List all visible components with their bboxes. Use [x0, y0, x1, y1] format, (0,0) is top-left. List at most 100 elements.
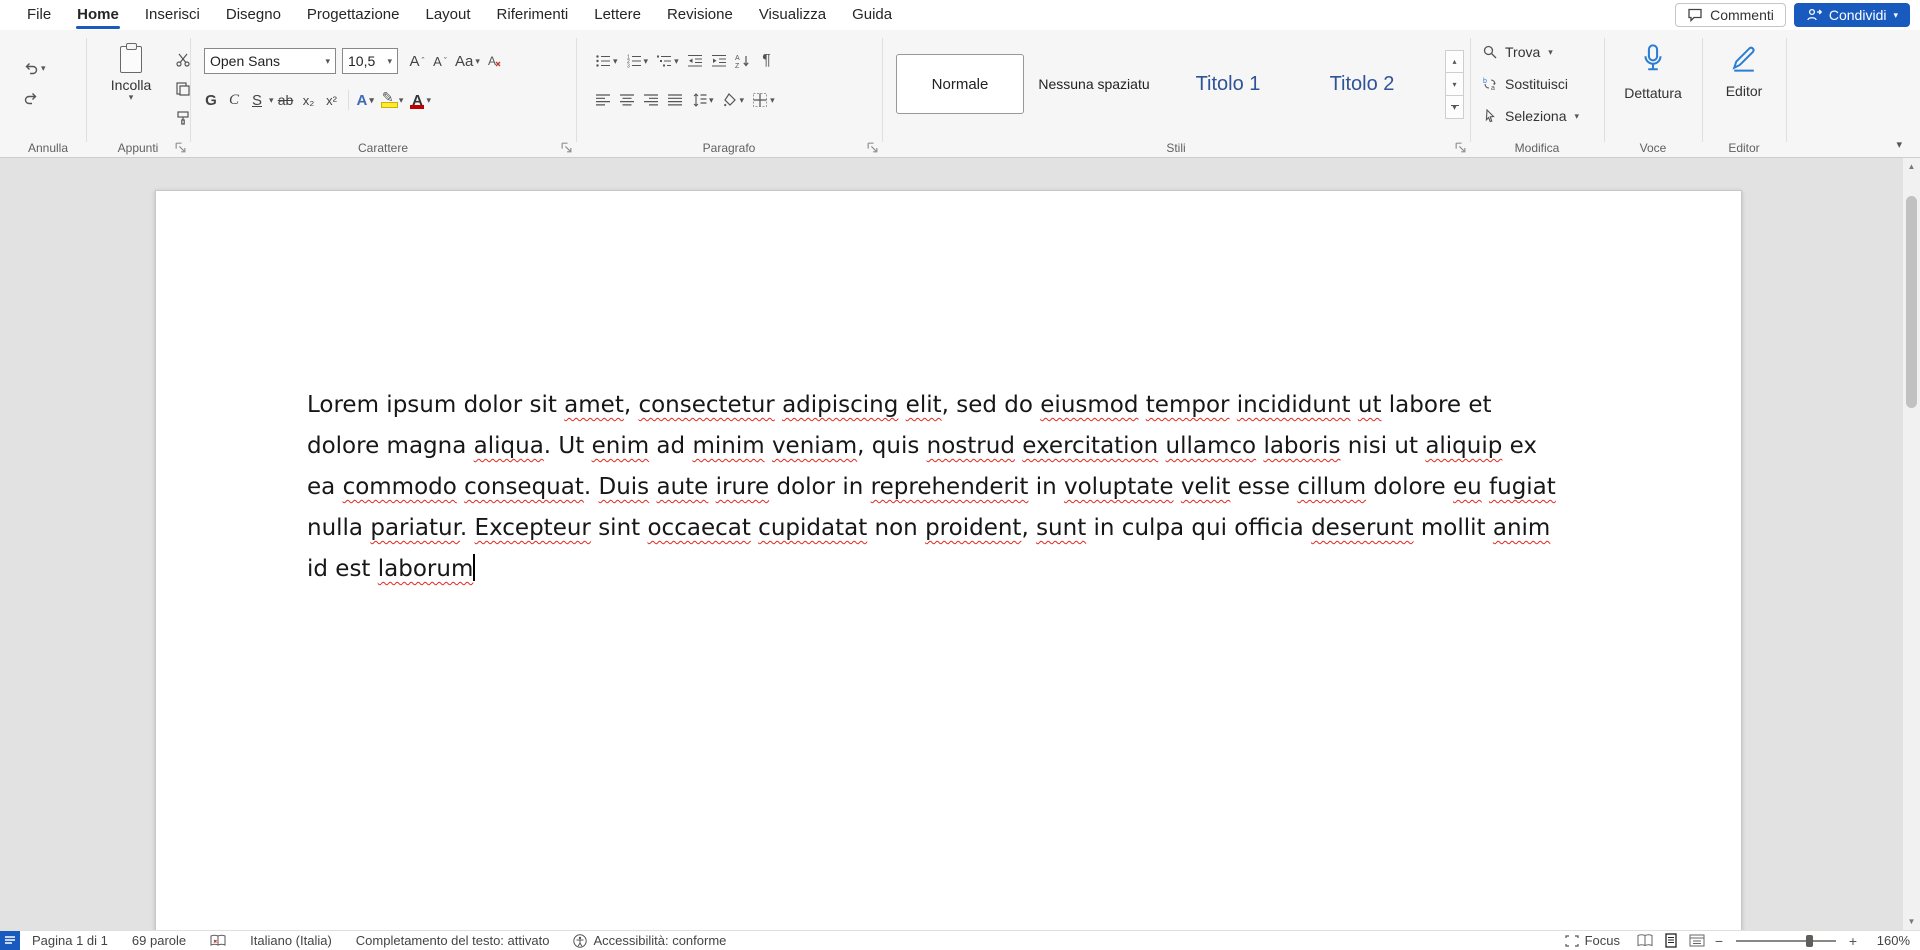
style-titolo1-label: Titolo 1	[1196, 73, 1261, 96]
zoom-in-button[interactable]: +	[1844, 933, 1862, 949]
text-effects-chevron: ▾	[369, 96, 374, 105]
style-nessuna-label: Nessuna spaziatu	[1038, 76, 1149, 92]
grow-font-button[interactable]: Aˆ	[406, 49, 428, 73]
paste-button[interactable]: Incolla ▾	[104, 46, 158, 102]
strikethrough-button[interactable]: ab	[275, 88, 297, 112]
style-normale[interactable]: Normale	[896, 54, 1024, 114]
font-name-value: Open Sans	[210, 53, 280, 69]
italic-button[interactable]: C	[223, 88, 245, 112]
align-center-icon	[619, 92, 635, 108]
page-indicator[interactable]: Pagina 1 di 1	[20, 931, 120, 950]
font-size-select[interactable]: 10,5 ▾	[342, 48, 398, 74]
paste-dropdown-chevron[interactable]: ▾	[104, 93, 158, 102]
comments-button[interactable]: Commenti	[1675, 3, 1786, 27]
tab-revisione[interactable]: Revisione	[654, 0, 746, 30]
language-indicator[interactable]: Italiano (Italia)	[238, 931, 344, 950]
zoom-slider-thumb[interactable]	[1806, 935, 1813, 947]
tab-disegno[interactable]: Disegno	[213, 0, 294, 30]
borders-button[interactable]: ▾	[749, 88, 778, 112]
misspelled-word: proident	[925, 515, 1021, 541]
multilevel-list-button[interactable]: ▾	[653, 49, 682, 73]
style-titolo-2[interactable]: Titolo 2	[1298, 54, 1426, 114]
underline-button[interactable]: S	[246, 88, 268, 112]
multilevel-chevron: ▾	[674, 57, 679, 66]
text-completion-status[interactable]: Completamento del testo: attivato	[344, 931, 562, 950]
svg-text:b: b	[1483, 78, 1487, 85]
underline-chevron[interactable]: ▾	[269, 96, 274, 105]
zoom-percentage[interactable]: 160%	[1862, 933, 1910, 948]
collapse-ribbon-button[interactable]: ▾	[1896, 138, 1902, 151]
styles-scroll-down-button[interactable]: ▾	[1445, 73, 1464, 96]
proofing-status[interactable]	[198, 931, 238, 950]
group-label-undo: Annulla	[10, 141, 86, 155]
svg-text:3: 3	[627, 64, 630, 70]
scroll-up-arrow[interactable]: ▲	[1903, 158, 1920, 175]
replace-button[interactable]: b a Sostituisci	[1482, 76, 1568, 92]
align-left-button[interactable]	[592, 88, 614, 112]
undo-button[interactable]: ▾	[20, 56, 49, 80]
word-count[interactable]: 69 parole	[120, 931, 198, 950]
document-paragraph[interactable]: Lorem ipsum dolor sit amet, consectetur …	[307, 385, 1565, 590]
scroll-down-arrow[interactable]: ▼	[1903, 913, 1920, 930]
find-button[interactable]: Trova ▾	[1482, 44, 1553, 60]
share-button[interactable]: Condividi ▾	[1794, 3, 1910, 27]
font-name-select[interactable]: Open Sans ▾	[204, 48, 336, 74]
bullets-button[interactable]: ▾	[592, 49, 621, 73]
tab-lettere[interactable]: Lettere	[581, 0, 654, 30]
editor-label: Editor	[1702, 83, 1786, 99]
numbering-button[interactable]: 1 2 3 ▾	[623, 49, 652, 73]
vertical-scrollbar[interactable]: ▲ ▼	[1903, 158, 1920, 930]
scrollbar-thumb[interactable]	[1906, 196, 1917, 408]
undo-dropdown-chevron[interactable]: ▾	[41, 64, 46, 73]
styles-gallery-more-button[interactable]: ▾	[1445, 96, 1464, 119]
shrink-font-button[interactable]: Aˇ	[429, 49, 451, 73]
misspelled-word: Duis	[599, 474, 650, 500]
highlight-color-button[interactable]: ▾	[378, 88, 407, 112]
shading-chevron: ▾	[740, 96, 745, 105]
change-case-label: Aa	[455, 53, 473, 70]
redo-button[interactable]	[20, 86, 42, 110]
accessibility-status[interactable]: Accessibilità: conforme	[561, 931, 738, 950]
styles-scroll-up-button[interactable]: ▴	[1445, 50, 1464, 73]
misspelled-word: laboris	[1263, 433, 1340, 459]
align-right-button[interactable]	[640, 88, 662, 112]
select-button[interactable]: Seleziona ▾	[1482, 108, 1579, 124]
tab-progettazione[interactable]: Progettazione	[294, 0, 413, 30]
increase-indent-button[interactable]	[708, 49, 730, 73]
superscript-button[interactable]: x²	[321, 88, 343, 112]
decrease-indent-button[interactable]	[684, 49, 706, 73]
show-formatting-button[interactable]: ¶	[756, 49, 778, 73]
justify-button[interactable]	[664, 88, 686, 112]
font-color-button[interactable]: A ▾	[407, 88, 434, 112]
change-case-button[interactable]: Aa ▾	[452, 49, 483, 73]
tab-layout[interactable]: Layout	[413, 0, 484, 30]
share-dropdown-chevron[interactable]: ▾	[1893, 11, 1898, 20]
print-layout-button[interactable]	[1658, 931, 1684, 950]
tab-home[interactable]: Home	[64, 0, 132, 30]
comment-icon	[1687, 7, 1703, 23]
style-nessuna-spaziatura[interactable]: Nessuna spaziatu	[1030, 54, 1158, 114]
text-effects-button[interactable]: A ▾	[354, 88, 377, 112]
subscript-button[interactable]: x₂	[298, 88, 320, 112]
shading-button[interactable]: ▾	[719, 88, 748, 112]
editor-icon	[1730, 44, 1758, 72]
clear-formatting-button[interactable]: A	[484, 49, 506, 73]
style-titolo-1[interactable]: Titolo 1	[1164, 54, 1292, 114]
editor-button[interactable]: Editor	[1702, 44, 1786, 99]
tab-guida[interactable]: Guida	[839, 0, 905, 30]
zoom-out-button[interactable]: −	[1710, 933, 1728, 949]
tab-inserisci[interactable]: Inserisci	[132, 0, 213, 30]
tab-riferimenti[interactable]: Riferimenti	[484, 0, 582, 30]
focus-mode-button[interactable]: Focus	[1553, 931, 1632, 950]
document-page[interactable]: Lorem ipsum dolor sit amet, consectetur …	[155, 190, 1742, 930]
align-center-button[interactable]	[616, 88, 638, 112]
dictate-button[interactable]: Dettatura	[1604, 44, 1702, 101]
web-layout-button[interactable]	[1684, 931, 1710, 950]
tab-visualizza[interactable]: Visualizza	[746, 0, 839, 30]
zoom-slider[interactable]	[1736, 940, 1836, 942]
line-spacing-button[interactable]: ▾	[688, 88, 717, 112]
bold-button[interactable]: G	[200, 88, 222, 112]
read-mode-button[interactable]	[1632, 931, 1658, 950]
tab-file[interactable]: File	[14, 0, 64, 30]
sort-button[interactable]: A Z	[732, 49, 754, 73]
